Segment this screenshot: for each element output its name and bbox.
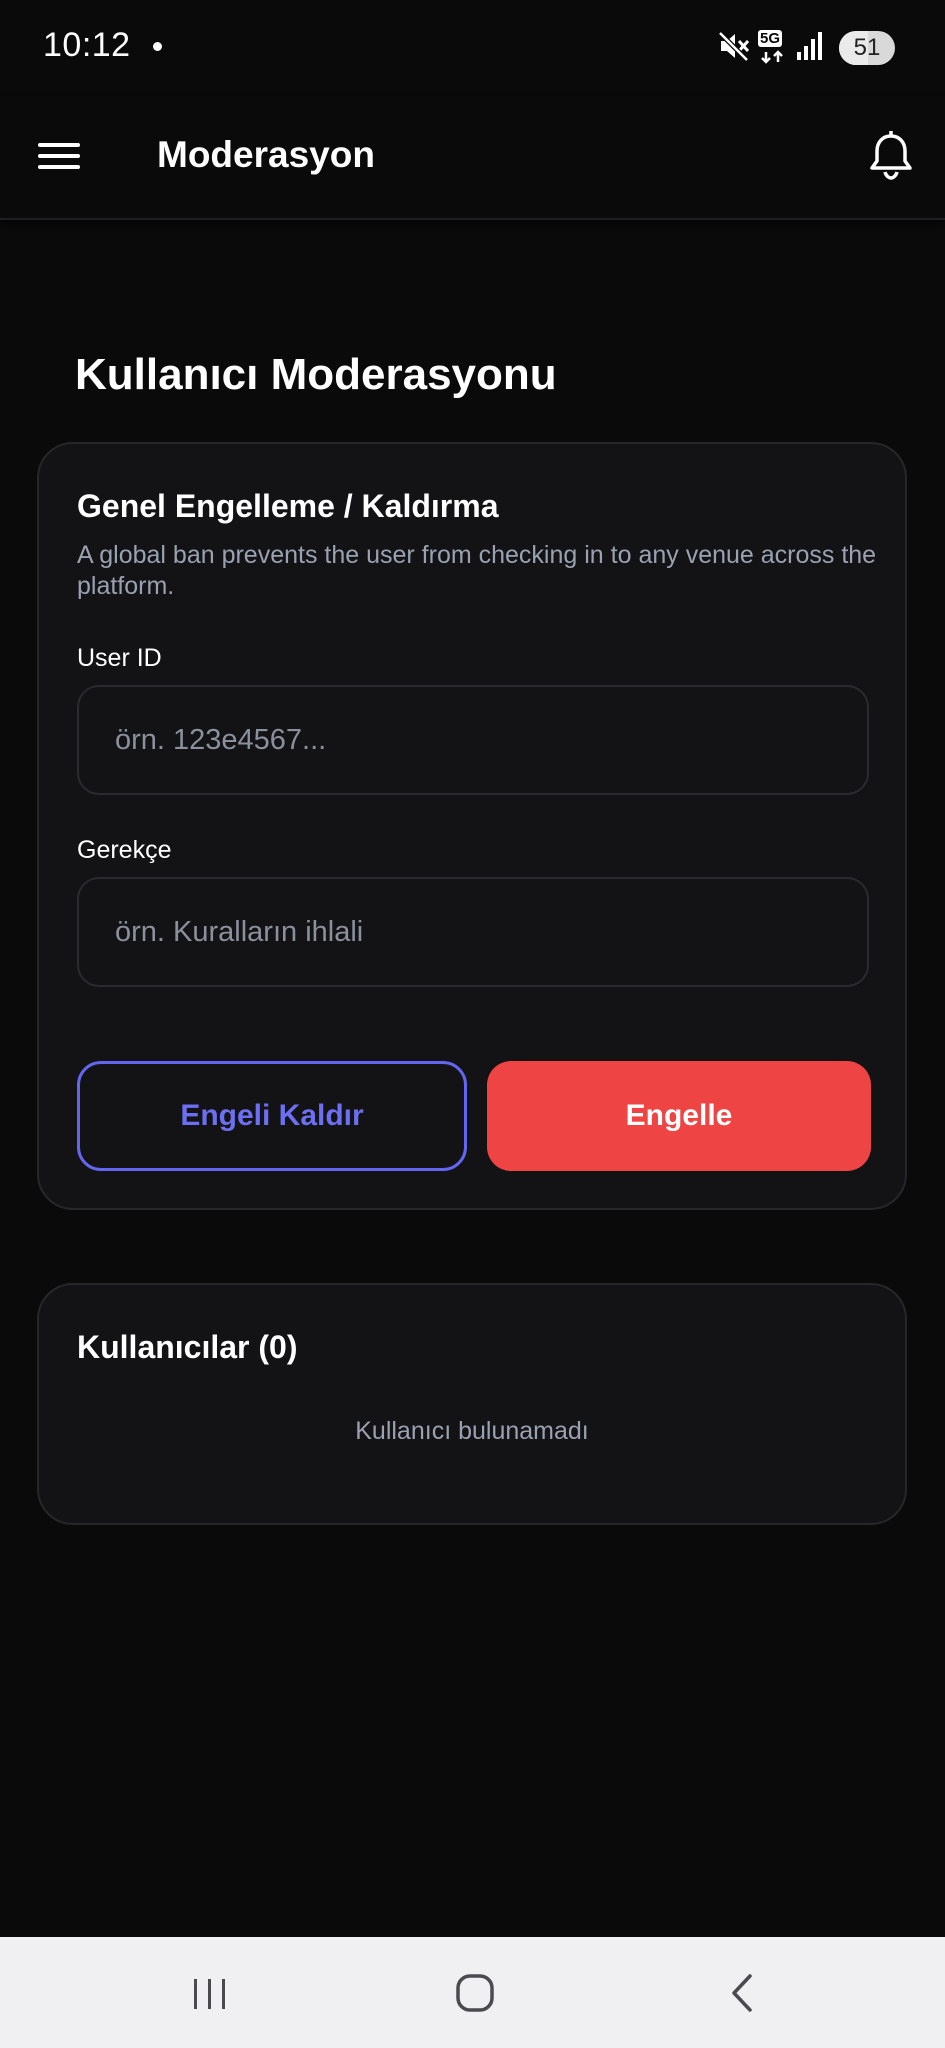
- global-ban-description: A global ban prevents the user from chec…: [77, 541, 877, 600]
- mute-icon: [717, 29, 751, 68]
- user-id-label: User ID: [77, 644, 162, 672]
- battery-level-text: 51: [853, 34, 881, 61]
- network-5g-icon: 5G: [757, 30, 789, 66]
- recents-button[interactable]: [180, 1963, 240, 2023]
- signal-icon: [795, 30, 825, 67]
- status-bar: 10:12 5G 51: [0, 0, 945, 96]
- unban-button[interactable]: Engeli Kaldır: [77, 1061, 467, 1171]
- notifications-button[interactable]: [861, 126, 921, 186]
- battery-indicator: 51: [839, 31, 895, 65]
- app-bar: Moderasyon: [0, 96, 945, 220]
- user-id-input[interactable]: [79, 687, 867, 793]
- bell-icon: [870, 131, 912, 180]
- menu-button[interactable]: [30, 131, 90, 181]
- hamburger-menu-icon: [38, 143, 80, 169]
- back-button[interactable]: [710, 1963, 770, 2023]
- home-button[interactable]: [445, 1963, 505, 2023]
- home-icon: [456, 1974, 494, 2012]
- users-title: Kullanıcılar (0): [77, 1329, 298, 1365]
- app-title: Moderasyon: [157, 134, 375, 175]
- global-ban-title: Genel Engelleme / Kaldırma: [77, 488, 499, 524]
- system-nav-bar: [0, 1937, 945, 2048]
- user-id-field-container: [77, 685, 869, 795]
- users-card: Kullanıcılar (0) Kullanıcı bulunamadı: [37, 1283, 907, 1525]
- reason-field-container: [77, 877, 869, 987]
- status-icons: 5G 51: [717, 28, 895, 68]
- reason-label: Gerekçe: [77, 836, 172, 864]
- status-time: 10:12: [43, 26, 131, 64]
- network-label: 5G: [758, 30, 783, 47]
- global-ban-card: Genel Engelleme / Kaldırma A global ban …: [37, 442, 907, 1210]
- users-empty-text: Kullanıcı bulunamadı: [355, 1417, 589, 1445]
- page-title: Kullanıcı Moderasyonu: [75, 350, 557, 399]
- screen: 10:12 5G 51 Moderasyon Kullanıcı Moderas…: [0, 0, 945, 2048]
- reason-input[interactable]: [79, 879, 867, 985]
- notification-dot: [153, 42, 162, 51]
- recents-icon: [194, 1979, 225, 2009]
- back-icon: [732, 1974, 752, 2012]
- ban-button[interactable]: Engelle: [487, 1061, 871, 1171]
